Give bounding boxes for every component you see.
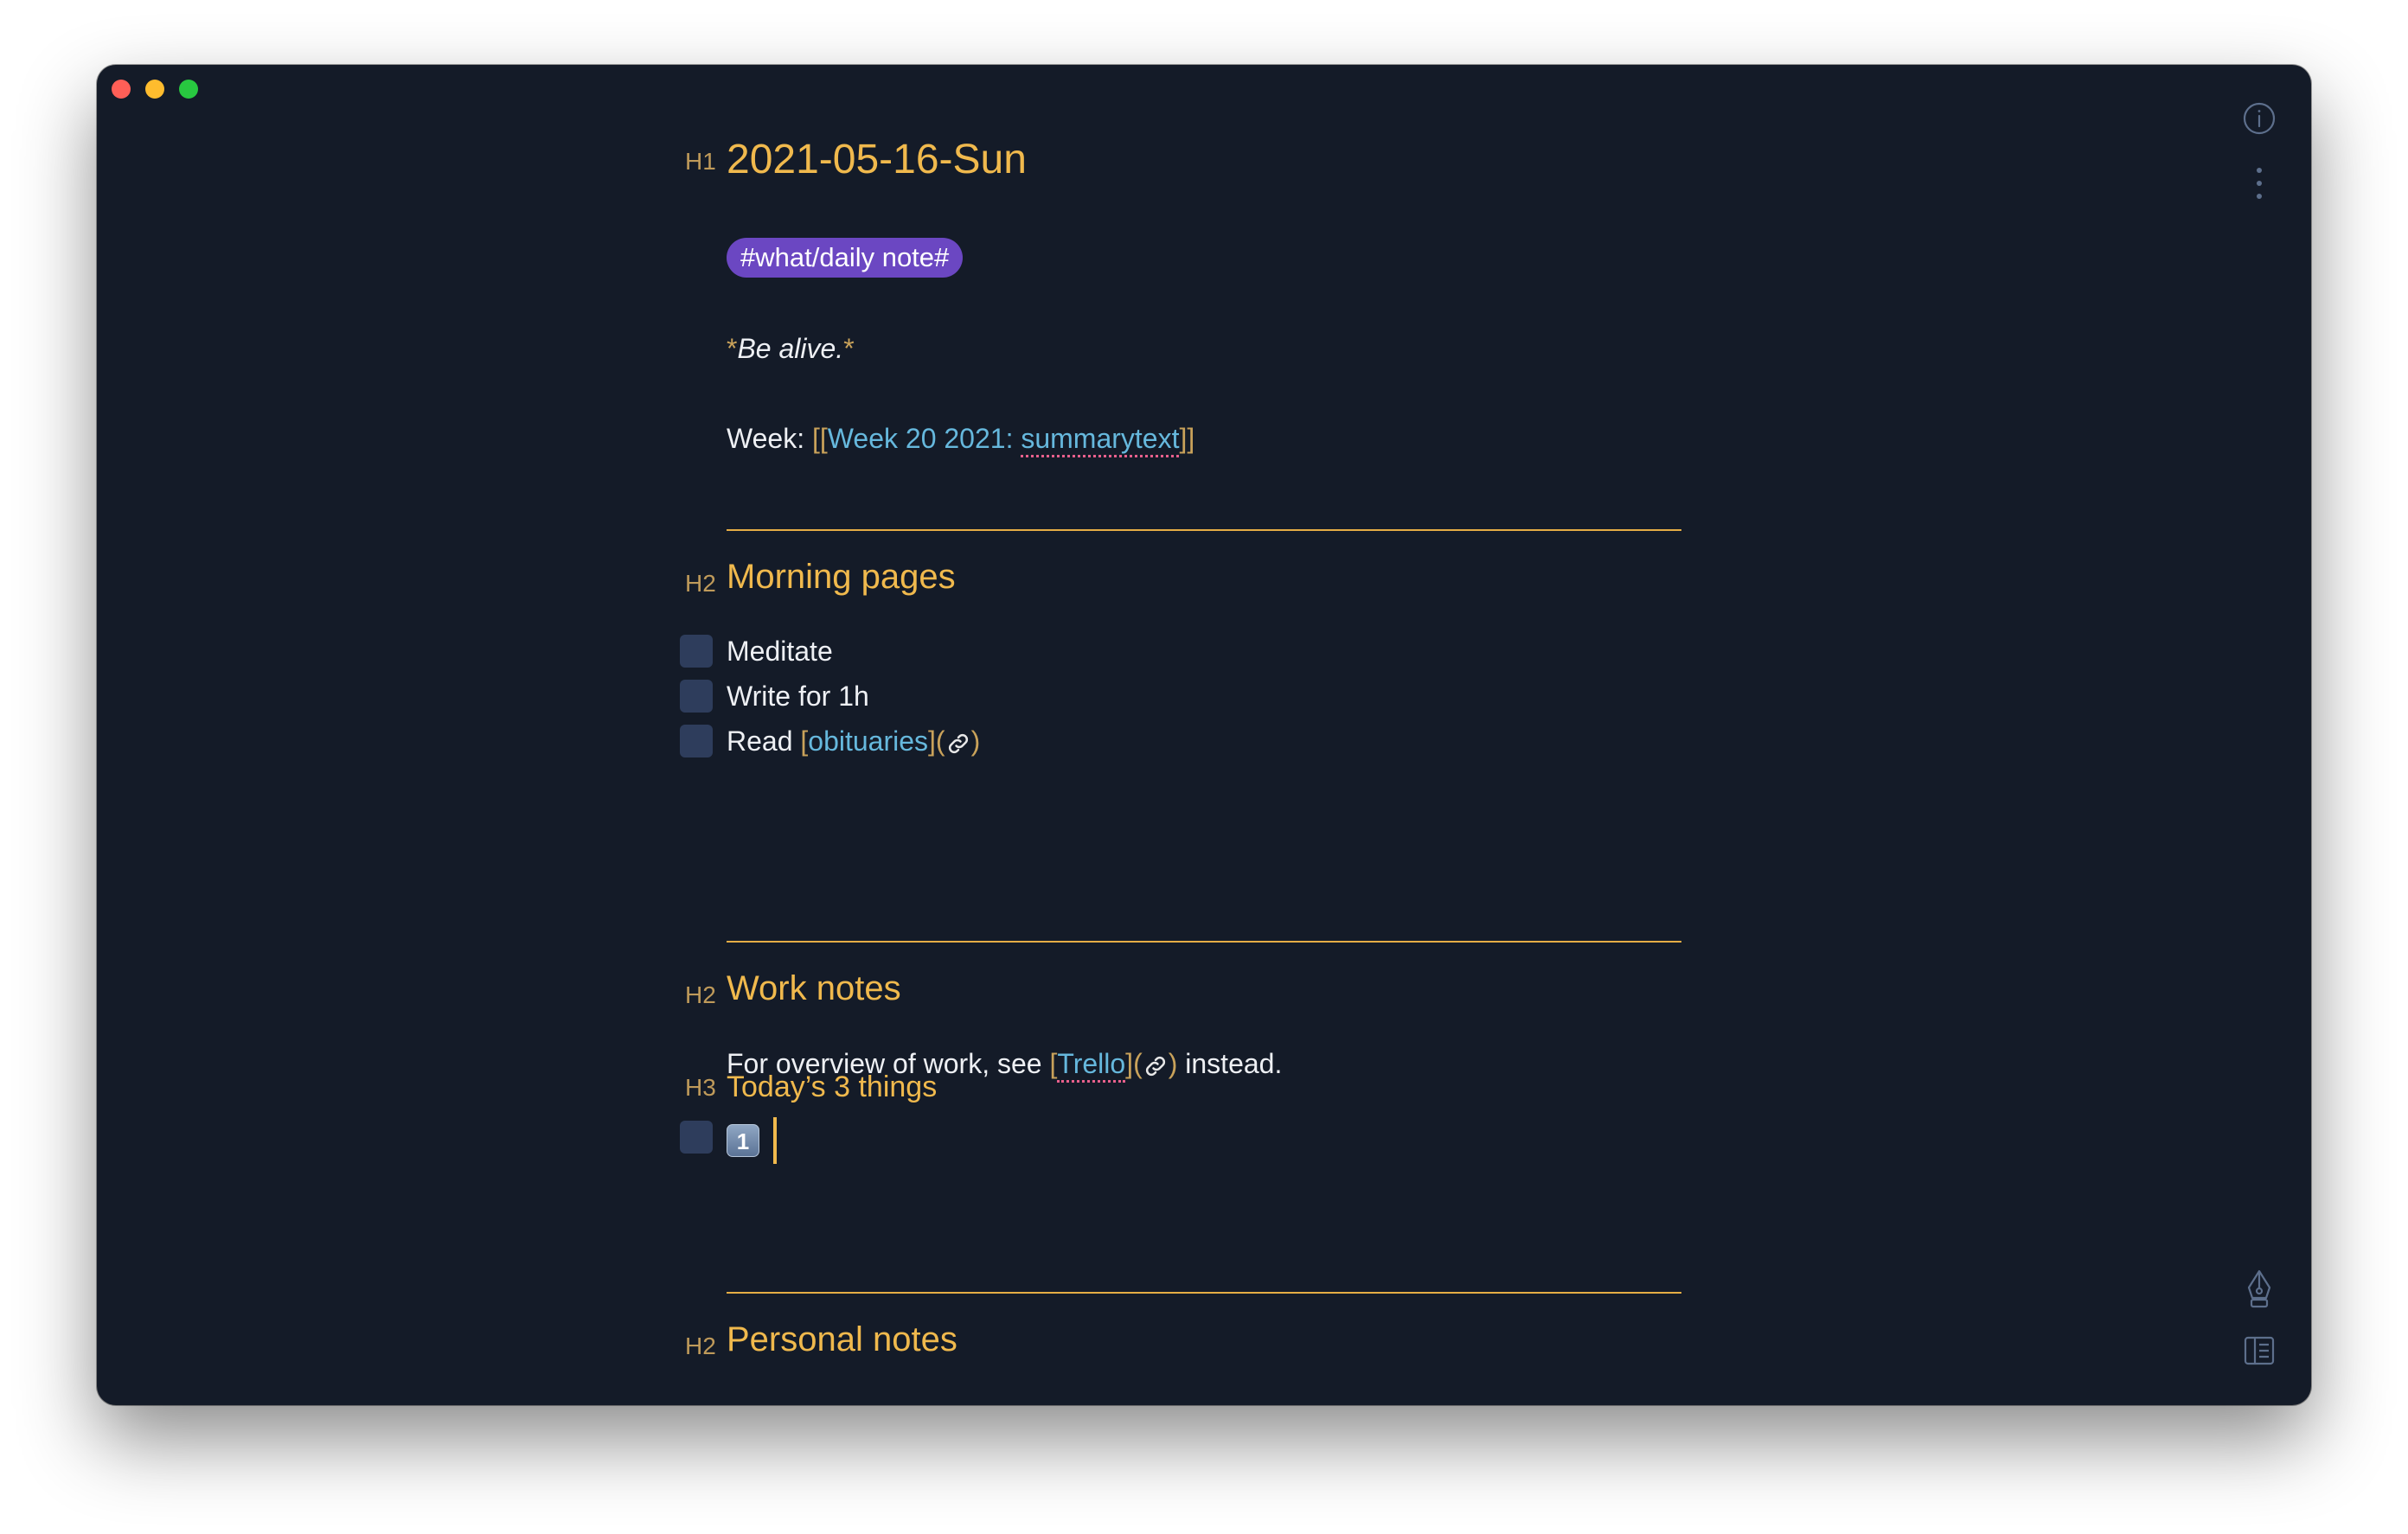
wikilink-close: ]]	[1179, 423, 1195, 454]
h2-marker: H2	[685, 1333, 716, 1359]
obituaries-link[interactable]: obituaries	[808, 725, 928, 757]
task-current-line[interactable]: 1	[727, 1114, 777, 1164]
task-checkbox[interactable]	[680, 680, 713, 713]
motto-text: Be alive.	[737, 333, 844, 364]
heading-work-notes[interactable]: Work notes	[727, 967, 901, 1010]
link-icon[interactable]	[1143, 1048, 1169, 1079]
wikilink-open: [[	[812, 423, 828, 454]
week-line[interactable]: Week: [[Week 20 2021: summarytext]]	[727, 421, 1195, 457]
section-divider	[727, 1292, 1681, 1294]
text-cursor	[773, 1116, 777, 1164]
link-bracket-open: [	[1049, 1048, 1058, 1079]
link-icon[interactable]	[945, 725, 971, 757]
task-label[interactable]: Meditate	[727, 634, 833, 668]
motto-line[interactable]: *Be alive.*	[727, 331, 855, 366]
h2-marker: H2	[685, 570, 716, 597]
heading-morning-pages[interactable]: Morning pages	[727, 555, 956, 598]
italic-marker-open: *	[727, 333, 738, 364]
task-read-line[interactable]: Read [obituaries]()	[727, 724, 980, 758]
task-label: Read	[727, 725, 801, 757]
link-bracket-close: )	[1168, 1048, 1178, 1079]
week-label: Week:	[727, 423, 812, 454]
pen-icon[interactable]	[2244, 1269, 2275, 1314]
task-label[interactable]: Write for 1h	[727, 679, 869, 713]
sidebar-toggle-icon[interactable]	[2244, 1336, 2275, 1370]
editor-window: H1 2021-05-16-Sun #what/daily note# *Be …	[97, 65, 2311, 1405]
heading-todays-3-things[interactable]: Today’s 3 things	[727, 1068, 937, 1106]
h3-marker: H3	[685, 1074, 716, 1101]
page-title[interactable]: 2021-05-16-Sun	[727, 134, 1027, 186]
link-bracket-open: [	[800, 725, 809, 757]
heading-personal-notes[interactable]: Personal notes	[727, 1318, 957, 1361]
link-bracket-mid: ](	[1125, 1048, 1143, 1079]
link-bracket-mid: ](	[928, 725, 945, 757]
more-vertical-icon[interactable]	[2242, 163, 2277, 208]
week-link-misspelled[interactable]: summarytext	[1021, 423, 1180, 457]
h2-marker: H2	[685, 981, 716, 1008]
info-icon[interactable]	[2242, 101, 2277, 140]
keycap-one-emoji: 1	[727, 1123, 759, 1157]
task-checkbox[interactable]	[680, 635, 713, 668]
work-text-after: instead.	[1177, 1048, 1283, 1079]
tag-pill[interactable]: #what/daily note#	[727, 238, 964, 278]
week-link-text[interactable]: Week 20 2021:	[828, 423, 1021, 454]
italic-marker-close: *	[843, 333, 855, 364]
task-checkbox[interactable]	[680, 725, 713, 757]
link-bracket-close: )	[970, 725, 981, 757]
editor-content[interactable]: H1 2021-05-16-Sun #what/daily note# *Be …	[97, 65, 2311, 1405]
h1-marker: H1	[685, 148, 716, 175]
section-divider	[727, 941, 1681, 943]
section-divider	[727, 529, 1681, 531]
trello-link[interactable]: Trello	[1057, 1048, 1126, 1083]
task-checkbox[interactable]	[680, 1121, 713, 1154]
tag-line: #what/daily note#	[727, 238, 964, 278]
